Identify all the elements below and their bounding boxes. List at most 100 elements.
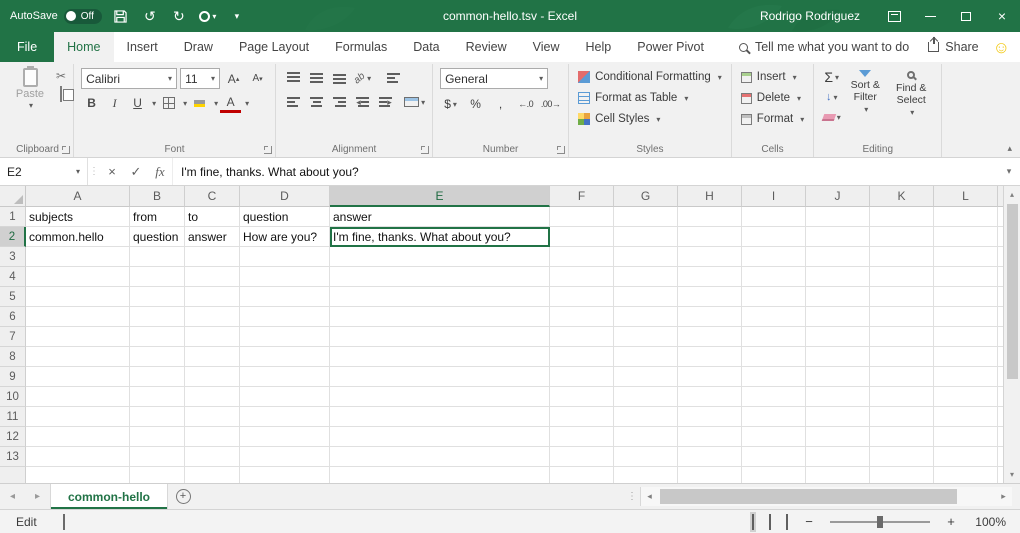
cell-I5[interactable] <box>742 287 806 307</box>
align-center-button[interactable] <box>306 92 327 112</box>
cell-F7[interactable] <box>550 327 614 347</box>
cell-L7[interactable] <box>934 327 998 347</box>
cell-D3[interactable] <box>240 247 330 267</box>
cell-L2[interactable] <box>934 227 998 247</box>
underline-dropdown-icon[interactable]: ▾ <box>152 99 156 108</box>
cell-J12[interactable] <box>806 427 870 447</box>
redo-button[interactable]: ↻ <box>169 3 189 29</box>
cell-I1[interactable] <box>742 207 806 227</box>
zoom-level[interactable]: 100% <box>972 515 1006 529</box>
cell-A11[interactable] <box>26 407 130 427</box>
fill-button[interactable]: ↓▾ <box>821 88 842 106</box>
cell-C14[interactable] <box>185 467 240 483</box>
cell-C12[interactable] <box>185 427 240 447</box>
cell-C4[interactable] <box>185 267 240 287</box>
cell-B14[interactable] <box>130 467 185 483</box>
tab-file[interactable]: File <box>0 32 54 62</box>
row-header-4[interactable]: 4 <box>0 267 26 287</box>
number-dialog-launcher-icon[interactable] <box>557 146 565 154</box>
cell-B6[interactable] <box>130 307 185 327</box>
cell-C6[interactable] <box>185 307 240 327</box>
cell-D6[interactable] <box>240 307 330 327</box>
cell-L10[interactable] <box>934 387 998 407</box>
cell-K12[interactable] <box>870 427 934 447</box>
row-header-10[interactable]: 10 <box>0 387 26 407</box>
cell-C1[interactable]: to <box>185 207 240 227</box>
cancel-button[interactable]: × <box>100 158 124 185</box>
find-select-button[interactable]: Find & Select ▾ <box>888 68 934 117</box>
borders-dropdown-icon[interactable]: ▾ <box>183 99 187 108</box>
cell-A5[interactable] <box>26 287 130 307</box>
maximize-button[interactable] <box>948 0 984 32</box>
formula-input[interactable]: I'm fine, thanks. What about you? <box>172 158 998 185</box>
tab-view[interactable]: View <box>520 32 573 62</box>
tab-draw[interactable]: Draw <box>171 32 226 62</box>
cell-I14[interactable] <box>742 467 806 483</box>
cell-E7[interactable] <box>330 327 550 347</box>
cell-C10[interactable] <box>185 387 240 407</box>
row-header-3[interactable]: 3 <box>0 247 26 267</box>
cell-G7[interactable] <box>614 327 678 347</box>
zoom-in-button[interactable]: + <box>945 514 957 529</box>
row-header-12[interactable]: 12 <box>0 427 26 447</box>
cell-F14[interactable] <box>550 467 614 483</box>
cell-A7[interactable] <box>26 327 130 347</box>
cell-B7[interactable] <box>130 327 185 347</box>
row-header-14[interactable] <box>0 467 26 483</box>
undo-button[interactable]: ↺ <box>140 3 160 29</box>
cell-H8[interactable] <box>678 347 742 367</box>
tab-review[interactable]: Review <box>453 32 520 62</box>
cell-F6[interactable] <box>550 307 614 327</box>
cell-F2[interactable] <box>550 227 614 247</box>
tab-formulas[interactable]: Formulas <box>322 32 400 62</box>
column-header-F[interactable]: F <box>550 186 614 207</box>
scroll-up-icon[interactable]: ▴ <box>1004 186 1020 203</box>
cell-K9[interactable] <box>870 367 934 387</box>
align-middle-button[interactable] <box>306 68 327 88</box>
cell-H5[interactable] <box>678 287 742 307</box>
cell-H9[interactable] <box>678 367 742 387</box>
cell-E8[interactable] <box>330 347 550 367</box>
clear-button[interactable]: ▾ <box>821 108 842 126</box>
align-bottom-button[interactable] <box>329 68 350 88</box>
cell-F9[interactable] <box>550 367 614 387</box>
zoom-slider-thumb[interactable] <box>877 516 883 528</box>
comma-style-button[interactable]: , <box>490 94 511 114</box>
column-header-E[interactable]: E <box>330 186 550 207</box>
column-header-H[interactable]: H <box>678 186 742 207</box>
bold-button[interactable]: B <box>81 93 102 113</box>
page-layout-view-button[interactable] <box>769 515 771 529</box>
cell-J9[interactable] <box>806 367 870 387</box>
cell-B9[interactable] <box>130 367 185 387</box>
cell-C2[interactable]: answer <box>185 227 240 247</box>
cell-K7[interactable] <box>870 327 934 347</box>
ribbon-display-options-button[interactable] <box>876 0 912 32</box>
normal-view-button[interactable] <box>752 515 754 529</box>
sort-filter-button[interactable]: Sort & Filter ▾ <box>842 68 888 114</box>
font-color-button[interactable]: A <box>220 93 241 113</box>
cell-D7[interactable] <box>240 327 330 347</box>
cell-H4[interactable] <box>678 267 742 287</box>
cell-A9[interactable] <box>26 367 130 387</box>
column-header-J[interactable]: J <box>806 186 870 207</box>
merge-center-button[interactable]: ▾ <box>404 92 425 112</box>
cell-C9[interactable] <box>185 367 240 387</box>
cell-F12[interactable] <box>550 427 614 447</box>
cell-E14[interactable] <box>330 467 550 483</box>
cell-D8[interactable] <box>240 347 330 367</box>
cell-I6[interactable] <box>742 307 806 327</box>
cell-G1[interactable] <box>614 207 678 227</box>
cell-H6[interactable] <box>678 307 742 327</box>
paste-button[interactable]: Paste ▾ <box>9 68 51 110</box>
cell-B11[interactable] <box>130 407 185 427</box>
scroll-left-icon[interactable]: ◂ <box>641 491 658 502</box>
cell-D2[interactable]: How are you? <box>240 227 330 247</box>
alignment-dialog-launcher-icon[interactable] <box>421 146 429 154</box>
customize-quick-access-button[interactable]: ▾ <box>227 3 247 29</box>
cell-A1[interactable]: subjects <box>26 207 130 227</box>
feedback-smiley-icon[interactable]: ☺ <box>993 39 1010 56</box>
cell-H10[interactable] <box>678 387 742 407</box>
user-name[interactable]: Rodrigo Rodriguez <box>760 9 860 23</box>
wrap-text-button[interactable] <box>383 68 404 88</box>
cell-K4[interactable] <box>870 267 934 287</box>
